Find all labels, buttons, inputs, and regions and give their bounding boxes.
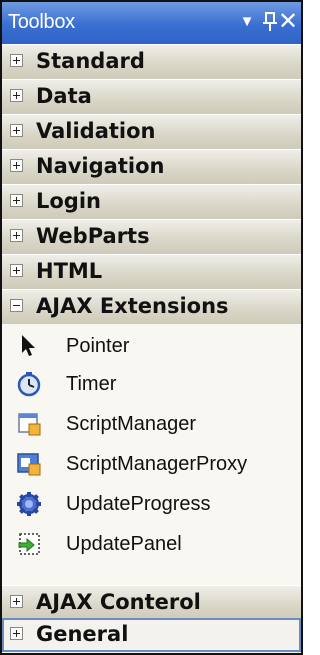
toolbox-panel: Toolbox ▼ ✕ Standard Data Validation Nav… (0, 0, 303, 655)
category-label: HTML (36, 259, 103, 283)
category-label: WebParts (36, 224, 150, 248)
expand-plus-icon[interactable] (10, 124, 23, 137)
category-label: Navigation (36, 154, 165, 178)
title-bar[interactable]: Toolbox ▼ ✕ (2, 2, 301, 44)
timer-icon (16, 371, 42, 397)
tool-item-label: ScriptManager (66, 413, 197, 435)
expand-plus-icon[interactable] (10, 194, 23, 207)
expand-plus-icon[interactable] (10, 159, 23, 172)
expand-plus-icon[interactable] (10, 229, 23, 242)
tool-item-scriptmanager[interactable]: ScriptManager (2, 405, 301, 443)
category-label: AJAX Conterol (36, 590, 201, 614)
expand-plus-icon[interactable] (10, 54, 23, 67)
tool-item-updatepanel[interactable]: UpdatePanel (2, 525, 301, 563)
category-html[interactable]: HTML (2, 254, 301, 289)
tool-item-label: UpdatePanel (66, 533, 182, 555)
expand-plus-icon[interactable] (10, 264, 23, 277)
tool-item-pointer[interactable]: Pointer (2, 327, 301, 365)
tool-item-updateprogress[interactable]: UpdateProgress (2, 485, 301, 523)
tool-item-label: Pointer (66, 335, 130, 357)
tool-item-label: ScriptManagerProxy (66, 453, 248, 475)
script-manager-proxy-icon (16, 451, 42, 477)
expand-plus-icon[interactable] (10, 595, 23, 608)
category-webparts[interactable]: WebParts (2, 219, 301, 254)
category-data[interactable]: Data (2, 79, 301, 114)
category-general[interactable]: General (2, 618, 301, 652)
tool-item-timer[interactable]: Timer (2, 365, 301, 403)
category-login[interactable]: Login (2, 184, 301, 219)
category-standard[interactable]: Standard (2, 44, 301, 79)
category-label: Login (36, 189, 101, 213)
update-panel-icon (16, 531, 42, 557)
update-progress-icon (16, 491, 42, 517)
expand-plus-icon[interactable] (10, 89, 23, 102)
category-label: General (36, 622, 129, 646)
category-navigation[interactable]: Navigation (2, 149, 301, 184)
category-label: Standard (36, 49, 145, 73)
panel-title: Toolbox (8, 11, 75, 33)
category-label: AJAX Extensions (36, 294, 229, 318)
close-icon[interactable]: ✕ (275, 8, 301, 36)
tool-item-scriptmanagerproxy[interactable]: ScriptManagerProxy (2, 445, 301, 483)
category-label: Validation (36, 119, 156, 143)
tool-item-label: UpdateProgress (66, 493, 211, 515)
category-validation[interactable]: Validation (2, 114, 301, 149)
expand-plus-icon[interactable] (10, 627, 23, 640)
pointer-icon (16, 333, 42, 359)
category-ajax-extensions[interactable]: AJAX Extensions (2, 289, 301, 324)
script-manager-icon (16, 411, 42, 437)
tool-item-label: Timer (66, 373, 117, 395)
category-label: Data (36, 84, 92, 108)
collapse-minus-icon[interactable] (10, 299, 23, 312)
category-ajax-conterol[interactable]: AJAX Conterol (2, 585, 301, 620)
